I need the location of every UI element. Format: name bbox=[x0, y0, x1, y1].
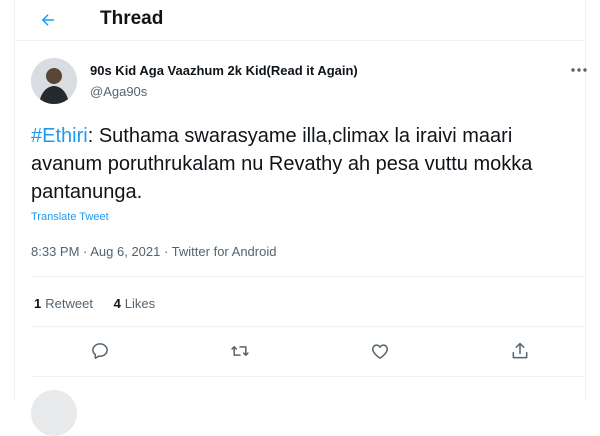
translate-tweet-link[interactable]: Translate Tweet bbox=[31, 211, 109, 223]
back-button[interactable] bbox=[32, 4, 64, 36]
reply-icon bbox=[92, 343, 108, 359]
retweets-stat[interactable]: 1 Retweet bbox=[34, 296, 93, 311]
divider-top bbox=[31, 276, 586, 277]
tweet-text: #Ethiri: Suthama swarasyame illa,climax … bbox=[31, 122, 576, 206]
likes-count: 4 bbox=[113, 296, 121, 311]
more-button[interactable] bbox=[568, 62, 590, 78]
reply-button[interactable] bbox=[86, 337, 114, 365]
likes-stat[interactable]: 4 Likes bbox=[114, 296, 156, 311]
tweet-actions bbox=[31, 337, 586, 367]
more-icon bbox=[571, 68, 587, 72]
back-arrow-icon bbox=[41, 14, 54, 26]
tweet-timestamp[interactable]: 8:33 PM · Aug 6, 2021 · Twitter for Andr… bbox=[31, 244, 276, 259]
likes-label: Likes bbox=[124, 296, 156, 311]
like-button[interactable] bbox=[366, 337, 394, 365]
thread-header: Thread bbox=[14, 0, 586, 41]
page-title: Thread bbox=[100, 8, 164, 29]
divider-middle bbox=[31, 326, 586, 327]
avatar-image bbox=[31, 58, 77, 104]
reply-composer-avatar bbox=[31, 390, 77, 436]
retweets-count: 1 bbox=[34, 296, 42, 311]
engagement-stats: 1 Retweet 4 Likes bbox=[34, 296, 172, 311]
share-button[interactable] bbox=[506, 337, 534, 365]
share-icon bbox=[512, 342, 528, 359]
retweets-label: Retweet bbox=[45, 296, 93, 311]
author-display-name[interactable]: 90s Kid Aga Vaazhum 2k Kid(Read it Again… bbox=[90, 63, 358, 78]
tweet-body: : Suthama swarasyame illa,climax la irai… bbox=[31, 125, 533, 203]
heart-icon bbox=[371, 344, 389, 359]
retweet-icon bbox=[231, 346, 249, 356]
hashtag-link[interactable]: #Ethiri bbox=[31, 125, 88, 147]
author-handle[interactable]: @Aga90s bbox=[90, 84, 147, 99]
column-border-left bbox=[14, 0, 15, 400]
retweet-button[interactable] bbox=[226, 337, 254, 365]
avatar[interactable] bbox=[31, 58, 77, 104]
divider-bottom bbox=[31, 376, 586, 377]
